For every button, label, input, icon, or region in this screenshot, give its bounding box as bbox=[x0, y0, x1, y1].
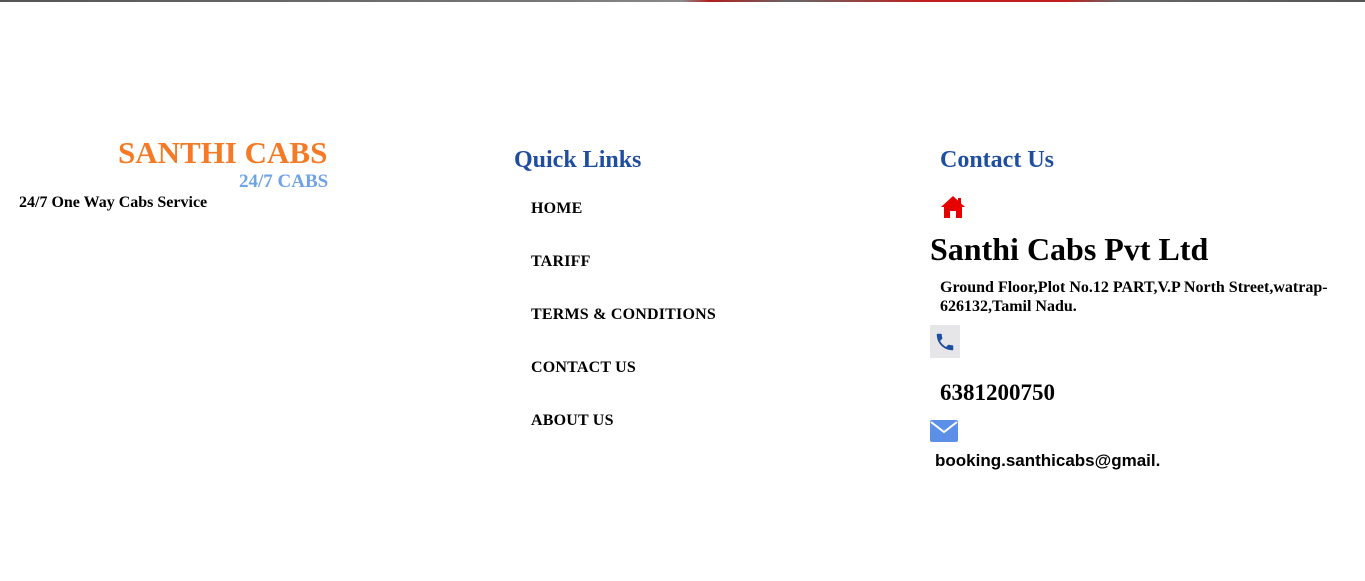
brand-name[interactable]: SANTHI CABS bbox=[118, 136, 327, 170]
nav-link-home[interactable]: HOME bbox=[531, 199, 582, 219]
nav-link-terms[interactable]: TERMS & CONDITIONS bbox=[531, 305, 716, 325]
contact-heading: Contact Us bbox=[940, 147, 1054, 173]
quick-links-heading: Quick Links bbox=[514, 147, 642, 173]
quick-links-list: HOME TARIFF TERMS & CONDITIONS CONTACT U… bbox=[531, 199, 716, 464]
company-name: Santhi Cabs Pvt Ltd bbox=[930, 231, 1209, 267]
nav-link-contact[interactable]: CONTACT US bbox=[531, 358, 636, 378]
brand-tagline: 24/7 One Way Cabs Service bbox=[19, 194, 208, 211]
list-item: ABOUT US bbox=[531, 411, 716, 464]
nav-link-about[interactable]: ABOUT US bbox=[531, 411, 614, 431]
nav-link-tariff[interactable]: TARIFF bbox=[531, 252, 591, 272]
phone-icon bbox=[930, 325, 960, 358]
list-item: HOME bbox=[531, 199, 716, 252]
top-border-strip bbox=[0, 0, 1365, 2]
list-item: TARIFF bbox=[531, 252, 716, 305]
list-item: TERMS & CONDITIONS bbox=[531, 305, 716, 358]
home-icon bbox=[940, 195, 966, 219]
brand-subtitle: 24/7 CABS bbox=[239, 171, 329, 192]
list-item: CONTACT US bbox=[531, 358, 716, 411]
company-address: Ground Floor,Plot No.12 PART,V.P North S… bbox=[940, 279, 1328, 315]
email-address[interactable]: booking.santhicabs@gmail. bbox=[935, 451, 1160, 471]
phone-number[interactable]: 6381200750 bbox=[940, 380, 1055, 406]
envelope-icon bbox=[930, 420, 958, 442]
